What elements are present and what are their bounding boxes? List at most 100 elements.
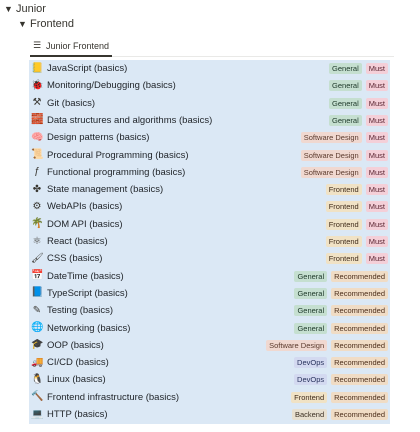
tag-badge: Backend [291,409,328,420]
tag-badge: Frontend [291,391,328,403]
list-item[interactable]: 🔨 Frontend infrastructure (basics) Fronten… [29,389,390,406]
tag-badge: Must [365,236,388,247]
item-tags: General Must [329,97,388,109]
tag-badge: Frontend [325,253,362,265]
list-item[interactable]: 🌐 Networking (basics) General Recommended [29,320,390,337]
graduation-cap-icon: 🎓 [31,339,44,351]
item-tags: Frontend Must [325,236,388,247]
tag-badge: Recommended [331,409,388,420]
list-item[interactable]: ⚙ WebAPIs (basics) Frontend Must [29,198,390,215]
pencil-icon: ✎ [32,304,42,316]
tag-badge: Recommended [331,391,388,403]
tag-badge: Must [365,132,388,144]
item-title: Git (basics) [47,97,96,109]
tag-badge: Software Design [300,149,362,161]
puzzle-icon: ✤ [32,183,42,195]
tag-badge: Recommended [331,339,388,351]
truck-icon: 🚚 [31,356,44,368]
item-title: DateTime (basics) [47,270,124,282]
tree-item-junior[interactable]: ▼ Junior [4,2,46,16]
bug-icon: 🐞 [31,79,44,91]
typescript-icon: 📘 [31,287,44,299]
tag-badge: Must [365,97,388,109]
item-title: Functional programming (basics) [47,166,186,178]
item-tags: DevOps Recommended [294,357,388,369]
item-title: React (basics) [47,236,108,247]
tag-badge: Must [365,80,388,92]
tag-badge: General [329,114,362,126]
item-title: Procedural Programming (basics) [47,149,189,161]
tag-badge: General [294,270,328,282]
react-icon: ⚛ [32,235,42,247]
scroll-icon: 📜 [31,149,44,160]
item-tags: General Must [329,114,388,126]
tree-item-frontend[interactable]: ▼ Frontend [18,17,74,31]
list-item[interactable]: 🖌 CSS (basics) Frontend Must [29,250,390,267]
tab-junior-frontend[interactable]: ☰ Junior Frontend [30,36,113,57]
tag-badge: Must [365,184,388,196]
list-item[interactable]: ƒ Functional programming (basics) Software… [29,164,390,181]
item-title: Design patterns (basics) [47,132,150,144]
item-tags: General Recommended [294,270,388,282]
item-title: Linux (basics) [47,374,106,386]
item-title: Networking (basics) [47,322,131,334]
list-item[interactable]: 🧱 Data structures and algorithms (basics)… [29,112,390,129]
item-title: CSS (basics) [47,253,103,265]
item-tags: Frontend Must [325,184,388,196]
tag-badge: Must [365,201,388,213]
item-tags: General Recommended [294,322,388,334]
list-item[interactable]: 🐞 Monitoring/Debugging (basics) General Mus… [29,77,390,94]
list-item[interactable]: ⚒ Git (basics) General Must [29,95,390,112]
globe-icon: 🌐 [31,322,44,333]
item-tags: Frontend Must [325,218,388,230]
list-item[interactable]: 📅 DateTime (basics) General Recommended [29,268,390,285]
list-icon: ☰ [33,40,42,50]
tag-badge: General [294,305,328,317]
list-item[interactable]: 🎓 OOP (basics) Software Design Recommended [29,337,390,354]
javascript-icon: 📒 [31,62,44,74]
caret-down-icon[interactable]: ▼ [4,4,16,14]
function-icon: ƒ [34,166,40,178]
tag-badge: General [329,63,362,74]
tag-badge: Software Design [300,132,362,144]
list-item[interactable]: 🚚 CI/CD (basics) DevOps Recommended [29,354,390,371]
tree-icon: 🌴 [31,218,44,230]
item-tags: General Recommended [294,305,388,317]
tag-badge: Frontend [325,236,362,247]
tag-badge: Must [365,218,388,230]
item-tags: Software Design Recommended [266,339,388,351]
item-tags: Frontend Recommended [291,391,388,403]
list-item[interactable]: 📘 TypeScript (basics) General Recommended [29,285,390,302]
caret-down-icon[interactable]: ▼ [18,19,30,29]
list-item[interactable]: 🌴 DOM API (basics) Frontend Must [29,216,390,233]
git-icon: ⚒ [32,97,42,109]
hammer-icon: 🔨 [31,391,44,403]
tag-badge: Recommended [331,287,388,299]
tab-label: Junior Frontend [46,40,110,51]
list-item[interactable]: 💻 HTTP (basics) Backend Recommended [29,406,390,423]
list-item[interactable]: ✤ State management (basics) Frontend Must [29,181,390,198]
tag-badge: Must [365,114,388,126]
brick-icon: 🧱 [31,114,44,126]
item-tags: General Recommended [294,287,388,299]
item-tags: Software Design Must [300,149,388,161]
item-tags: Frontend Must [325,201,388,213]
item-title: DOM API (basics) [47,218,123,230]
monitor-icon: 💻 [31,408,44,420]
item-tags: General Must [329,63,388,74]
list-item[interactable]: ⚛ React (basics) Frontend Must [29,233,390,250]
list-item[interactable]: 📜 Procedural Programming (basics) Software… [29,147,390,164]
list-item[interactable]: 🧠 Design patterns (basics) Software Design… [29,129,390,146]
item-title: TypeScript (basics) [47,287,128,299]
calendar-icon: 📅 [31,270,44,282]
item-tags: DevOps Recommended [294,374,388,386]
item-tags: Backend Recommended [291,409,388,420]
tag-badge: Recommended [331,270,388,282]
item-title: Frontend infrastructure (basics) [47,391,179,403]
view-tabs: ☰ Junior Frontend [30,36,394,57]
tag-badge: Must [365,63,388,74]
list-item[interactable]: 📒 JavaScript (basics) General Must [29,60,390,77]
list-item[interactable]: 🐧 Linux (basics) DevOps Recommended [29,371,390,388]
list-item[interactable]: ✎ Testing (basics) General Recommended [29,302,390,319]
item-tags: Software Design Must [300,132,388,144]
